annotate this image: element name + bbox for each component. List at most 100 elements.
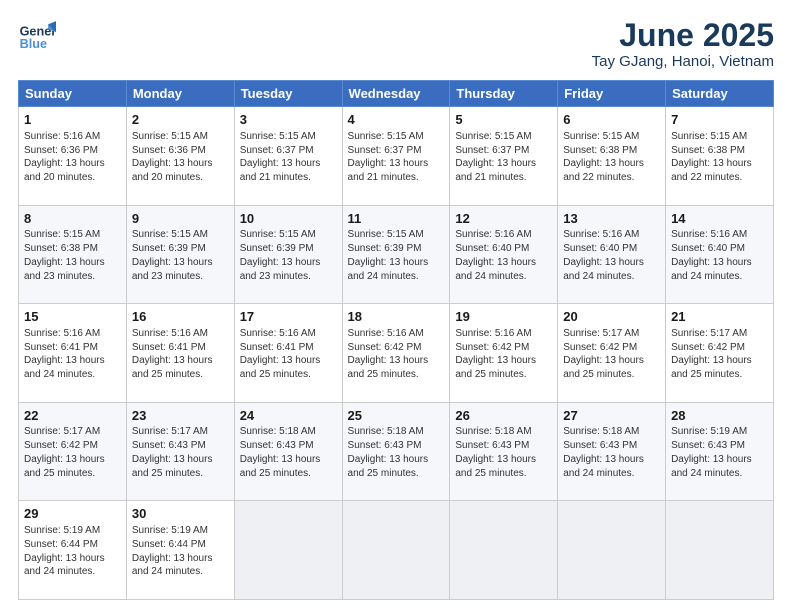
day-info: Sunrise: 5:19 AMSunset: 6:44 PMDaylight:… (132, 525, 213, 577)
day-number: 26 (455, 407, 552, 425)
table-row: 15Sunrise: 5:16 AMSunset: 6:41 PMDayligh… (19, 304, 127, 403)
table-row: 14Sunrise: 5:16 AMSunset: 6:40 PMDayligh… (666, 205, 774, 304)
day-number: 9 (132, 210, 229, 228)
table-row: 6Sunrise: 5:15 AMSunset: 6:38 PMDaylight… (558, 107, 666, 206)
table-row: 24Sunrise: 5:18 AMSunset: 6:43 PMDayligh… (234, 402, 342, 501)
day-number: 17 (240, 308, 337, 326)
col-friday: Friday (558, 81, 666, 107)
table-row: 25Sunrise: 5:18 AMSunset: 6:43 PMDayligh… (342, 402, 450, 501)
table-row: 16 Sunrise: 5:16 AMSunset: 6:41 PMDayligh… (126, 304, 234, 403)
table-row: 19 Sunrise: 5:16 AMSunset: 6:42 PMDayligh… (450, 304, 558, 403)
day-number: 30 (132, 505, 229, 523)
day-info: Sunrise: 5:15 AMSunset: 6:37 PMDaylight:… (348, 131, 429, 183)
day-number: 13 (563, 210, 660, 228)
table-row: 23Sunrise: 5:17 AMSunset: 6:43 PMDayligh… (126, 402, 234, 501)
day-info: Sunrise: 5:16 AMSunset: 6:41 PMDaylight:… (24, 328, 105, 380)
day-number: 12 (455, 210, 552, 228)
table-row: 11Sunrise: 5:15 AMSunset: 6:39 PMDayligh… (342, 205, 450, 304)
day-info: Sunrise: 5:15 AMSunset: 6:37 PMDaylight:… (455, 131, 536, 183)
header: General Blue June 2025 Tay GJang, Hanoi,… (18, 18, 774, 70)
day-info: Sunrise: 5:16 AMSunset: 6:40 PMDaylight:… (455, 229, 536, 281)
subtitle: Tay GJang, Hanoi, Vietnam (592, 53, 774, 70)
day-info: Sunrise: 5:15 AMSunset: 6:37 PMDaylight:… (240, 131, 321, 183)
col-wednesday: Wednesday (342, 81, 450, 107)
table-row: 3 Sunrise: 5:15 AMSunset: 6:37 PMDaylight… (234, 107, 342, 206)
logo-icon: General Blue (18, 18, 56, 56)
table-row: 4Sunrise: 5:15 AMSunset: 6:37 PMDaylight… (342, 107, 450, 206)
table-row: 22Sunrise: 5:17 AMSunset: 6:42 PMDayligh… (19, 402, 127, 501)
day-info: Sunrise: 5:18 AMSunset: 6:43 PMDaylight:… (348, 426, 429, 478)
table-row: 26Sunrise: 5:18 AMSunset: 6:43 PMDayligh… (450, 402, 558, 501)
title-block: June 2025 Tay GJang, Hanoi, Vietnam (592, 18, 774, 70)
table-row: 28Sunrise: 5:19 AMSunset: 6:43 PMDayligh… (666, 402, 774, 501)
day-number: 6 (563, 111, 660, 129)
table-row: 1Sunrise: 5:16 AMSunset: 6:36 PMDaylight… (19, 107, 127, 206)
table-row: 20 Sunrise: 5:17 AMSunset: 6:42 PMDayligh… (558, 304, 666, 403)
calendar-week-row: 29 Sunrise: 5:19 AMSunset: 6:44 PMDayligh… (19, 501, 774, 600)
day-number: 14 (671, 210, 768, 228)
day-info: Sunrise: 5:16 AMSunset: 6:40 PMDaylight:… (563, 229, 644, 281)
day-number: 20 (563, 308, 660, 326)
calendar-table: Sunday Monday Tuesday Wednesday Thursday… (18, 80, 774, 600)
day-number: 8 (24, 210, 121, 228)
day-number: 24 (240, 407, 337, 425)
day-number: 2 (132, 111, 229, 129)
day-number: 16 (132, 308, 229, 326)
svg-text:Blue: Blue (20, 37, 47, 51)
day-info: Sunrise: 5:15 AMSunset: 6:39 PMDaylight:… (348, 229, 429, 281)
main-title: June 2025 (592, 18, 774, 53)
table-row: 21Sunrise: 5:17 AMSunset: 6:42 PMDayligh… (666, 304, 774, 403)
day-info: Sunrise: 5:15 AMSunset: 6:36 PMDaylight:… (132, 131, 213, 183)
day-info: Sunrise: 5:17 AMSunset: 6:42 PMDaylight:… (563, 328, 644, 380)
day-number: 5 (455, 111, 552, 129)
day-number: 22 (24, 407, 121, 425)
table-row: 29 Sunrise: 5:19 AMSunset: 6:44 PMDayligh… (19, 501, 127, 600)
day-info: Sunrise: 5:17 AMSunset: 6:43 PMDaylight:… (132, 426, 213, 478)
day-number: 23 (132, 407, 229, 425)
day-info: Sunrise: 5:15 AMSunset: 6:38 PMDaylight:… (671, 131, 752, 183)
day-number: 29 (24, 505, 121, 523)
day-number: 28 (671, 407, 768, 425)
table-row: 27Sunrise: 5:18 AMSunset: 6:43 PMDayligh… (558, 402, 666, 501)
day-info: Sunrise: 5:15 AMSunset: 6:38 PMDaylight:… (24, 229, 105, 281)
table-row: 30 Sunrise: 5:19 AMSunset: 6:44 PMDayligh… (126, 501, 234, 600)
day-info: Sunrise: 5:16 AMSunset: 6:36 PMDaylight:… (24, 131, 105, 183)
table-row: 7 Sunrise: 5:15 AMSunset: 6:38 PMDaylight… (666, 107, 774, 206)
table-row (558, 501, 666, 600)
day-info: Sunrise: 5:16 AMSunset: 6:40 PMDaylight:… (671, 229, 752, 281)
table-row: 2 Sunrise: 5:15 AMSunset: 6:36 PMDaylight… (126, 107, 234, 206)
col-sunday: Sunday (19, 81, 127, 107)
day-info: Sunrise: 5:16 AMSunset: 6:42 PMDaylight:… (348, 328, 429, 380)
day-info: Sunrise: 5:16 AMSunset: 6:41 PMDaylight:… (132, 328, 213, 380)
table-row (234, 501, 342, 600)
day-info: Sunrise: 5:19 AMSunset: 6:43 PMDaylight:… (671, 426, 752, 478)
col-saturday: Saturday (666, 81, 774, 107)
page: General Blue June 2025 Tay GJang, Hanoi,… (0, 0, 792, 612)
day-number: 3 (240, 111, 337, 129)
table-row: 8Sunrise: 5:15 AMSunset: 6:38 PMDaylight… (19, 205, 127, 304)
table-row: 13Sunrise: 5:16 AMSunset: 6:40 PMDayligh… (558, 205, 666, 304)
day-info: Sunrise: 5:15 AMSunset: 6:39 PMDaylight:… (240, 229, 321, 281)
col-thursday: Thursday (450, 81, 558, 107)
calendar-week-row: 8Sunrise: 5:15 AMSunset: 6:38 PMDaylight… (19, 205, 774, 304)
day-info: Sunrise: 5:19 AMSunset: 6:44 PMDaylight:… (24, 525, 105, 577)
calendar-header-row: Sunday Monday Tuesday Wednesday Thursday… (19, 81, 774, 107)
day-number: 10 (240, 210, 337, 228)
table-row: 10Sunrise: 5:15 AMSunset: 6:39 PMDayligh… (234, 205, 342, 304)
day-info: Sunrise: 5:18 AMSunset: 6:43 PMDaylight:… (563, 426, 644, 478)
table-row (450, 501, 558, 600)
day-number: 18 (348, 308, 445, 326)
table-row (342, 501, 450, 600)
day-info: Sunrise: 5:16 AMSunset: 6:42 PMDaylight:… (455, 328, 536, 380)
day-info: Sunrise: 5:17 AMSunset: 6:42 PMDaylight:… (671, 328, 752, 380)
day-number: 25 (348, 407, 445, 425)
day-info: Sunrise: 5:18 AMSunset: 6:43 PMDaylight:… (240, 426, 321, 478)
day-number: 7 (671, 111, 768, 129)
day-info: Sunrise: 5:18 AMSunset: 6:43 PMDaylight:… (455, 426, 536, 478)
day-number: 27 (563, 407, 660, 425)
day-number: 19 (455, 308, 552, 326)
calendar-week-row: 15Sunrise: 5:16 AMSunset: 6:41 PMDayligh… (19, 304, 774, 403)
table-row: 17Sunrise: 5:16 AMSunset: 6:41 PMDayligh… (234, 304, 342, 403)
table-row: 5 Sunrise: 5:15 AMSunset: 6:37 PMDaylight… (450, 107, 558, 206)
table-row (666, 501, 774, 600)
